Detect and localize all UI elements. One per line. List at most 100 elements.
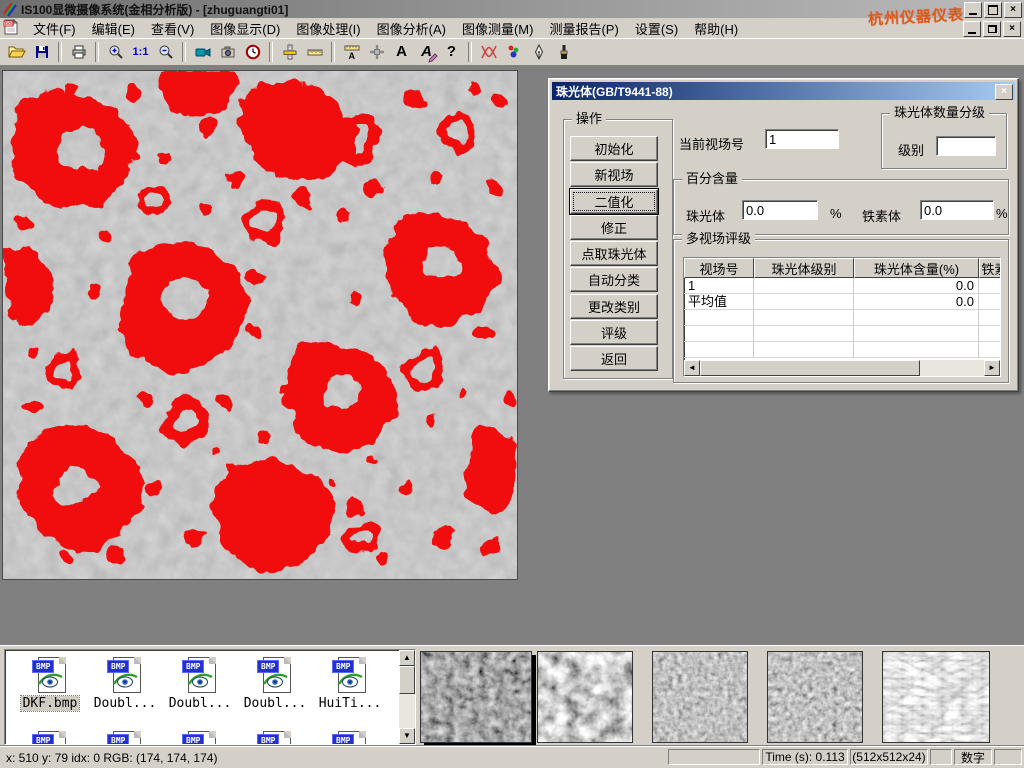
initialize-button[interactable]: 初始化 [570,136,658,161]
document-icon[interactable]: DOC [3,19,19,38]
ferrite-percent-input[interactable] [920,200,994,220]
binarize-button[interactable]: 二值化 [570,189,658,214]
toolbar-separator [58,42,62,62]
menu-image-analysis[interactable]: 图像分析(A) [369,17,454,40]
new-field-button[interactable]: 新视场 [570,162,658,187]
file-item[interactable]: BMP [13,730,87,745]
print-icon[interactable] [66,40,91,64]
file-item[interactable]: BMP DKF.bmp [13,656,87,711]
text-icon[interactable]: A [389,40,414,64]
file-item[interactable]: BMP Doubl... [163,656,237,711]
menu-image-processing[interactable]: 图像处理(I) [288,17,368,40]
pearlite-percent-input[interactable] [742,200,818,220]
open-folder-icon[interactable] [4,40,29,64]
file-name: Doubl... [92,696,159,711]
file-list-scrollbar[interactable]: ▲ ▼ [399,650,415,744]
actual-size-icon[interactable]: 1:1 [128,40,153,64]
menu-image-display[interactable]: 图像显示(D) [202,17,288,40]
scroll-right-icon[interactable]: ► [984,360,1000,376]
pick-pearlite-button[interactable]: 点取珠光体 [570,241,658,266]
zoom-out-icon[interactable] [153,40,178,64]
operation-group-label: 操作 [572,112,606,126]
menu-measure-report[interactable]: 测量报告(P) [541,17,626,40]
toolbar: 1:1 A A A ? [0,38,1024,66]
file-item[interactable]: BMP HuiTi... [313,656,387,711]
file-item[interactable]: BMP [88,730,162,745]
scroll-down-icon[interactable]: ▼ [399,728,415,744]
file-item[interactable]: BMP Doubl... [88,656,162,711]
scrollbar-thumb[interactable] [700,360,920,376]
mdi-restore-button[interactable] [983,21,1001,37]
status-image-size: (512x512x24) [850,749,928,765]
correct-button[interactable]: 修正 [570,215,658,240]
col-pearlite-content: 珠光体含量(%) [854,258,979,278]
menu-help[interactable]: 帮助(H) [686,17,746,40]
scroll-up-icon[interactable]: ▲ [399,650,415,666]
video-camera-icon[interactable] [190,40,215,64]
micrograph-thumbnail-2[interactable] [537,651,633,743]
app-logo-icon [2,1,18,17]
brush-icon[interactable] [551,40,576,64]
save-icon[interactable] [29,40,54,64]
toolbar-separator [331,42,335,62]
file-item[interactable]: BMP [313,730,387,745]
micrograph-thumbnail-3[interactable] [652,651,748,743]
percent-group: 百分含量 珠光体 % 铁素体 % [673,179,1009,235]
scrollbar-track[interactable] [399,694,415,728]
window-minimize-button[interactable] [964,2,982,18]
menu-image-measure[interactable]: 图像测量(M) [454,17,542,40]
color-classify-icon[interactable] [501,40,526,64]
caliper-icon[interactable] [277,40,302,64]
auto-classify-button[interactable]: 自动分类 [570,267,658,292]
dialog-title-bar[interactable]: 珠光体(GB/T9441-88) × [552,82,1015,100]
help-icon[interactable]: ? [439,40,464,64]
pen-icon[interactable] [526,40,551,64]
multiview-group-label: 多视场评级 [682,232,755,246]
annotate-icon[interactable]: A [414,40,439,64]
level-input[interactable] [936,136,996,156]
bmp-file-icon: BMP [31,656,69,694]
file-item[interactable]: BMP [238,730,312,745]
curve-tool-icon[interactable] [476,40,501,64]
current-view-input[interactable] [765,129,839,149]
menu-file[interactable]: 文件(F) [25,17,84,40]
table-row[interactable]: 1 0.0 [684,278,1000,294]
menu-edit[interactable]: 编辑(E) [84,17,143,40]
mdi-minimize-button[interactable] [963,21,981,37]
gallery-panel: BMP DKF.bmp BMP Doubl... BMP Doubl... [0,645,1024,746]
zoom-in-icon[interactable] [103,40,128,64]
file-item[interactable]: BMP [163,730,237,745]
multiview-table: 视场号 珠光体级别 珠光体含量(%) 铁素体含量(%) 1 0.0 平均值 0.… [683,257,1001,377]
dialog-close-icon[interactable]: × [995,84,1013,100]
grid-icon[interactable] [364,40,389,64]
scrollbar-track[interactable] [920,360,984,376]
current-view-label: 当前视场号 [679,134,744,153]
ferrite-unit-label: % [996,206,1008,221]
table-row[interactable]: 平均值 0.0 [684,294,1000,310]
bmp-file-icon: BMP [106,656,144,694]
binarized-micrograph-image[interactable] [2,70,518,580]
grade-button[interactable]: 评级 [570,320,658,345]
return-button[interactable]: 返回 [570,346,658,371]
scrollbar-thumb[interactable] [399,666,415,694]
capture-camera-icon[interactable] [215,40,240,64]
menu-view[interactable]: 查看(V) [143,17,202,40]
micrograph-thumbnail-1[interactable] [420,651,532,743]
window-title: IS100显微摄像系统(金相分析版) - [zhuguangti01] [21,1,288,18]
mdi-close-button[interactable]: × [1003,21,1021,37]
menu-settings[interactable]: 设置(S) [627,17,686,40]
scroll-left-icon[interactable]: ◄ [684,360,700,376]
micrograph-thumbnail-4[interactable] [767,651,863,743]
clock-icon[interactable] [240,40,265,64]
file-item[interactable]: BMP Doubl... [238,656,312,711]
micrograph-thumbnail-5[interactable] [882,651,990,743]
change-class-button[interactable]: 更改类别 [570,294,658,319]
window-close-button[interactable]: × [1004,2,1022,18]
file-name: DKF.bmp [21,696,80,711]
eye-icon [112,670,138,690]
window-maximize-button[interactable] [984,2,1002,18]
percent-group-label: 百分含量 [682,172,742,186]
table-horizontal-scrollbar[interactable]: ◄ ► [684,360,1000,376]
measure-text-icon[interactable]: A [339,40,364,64]
ruler-icon[interactable] [302,40,327,64]
